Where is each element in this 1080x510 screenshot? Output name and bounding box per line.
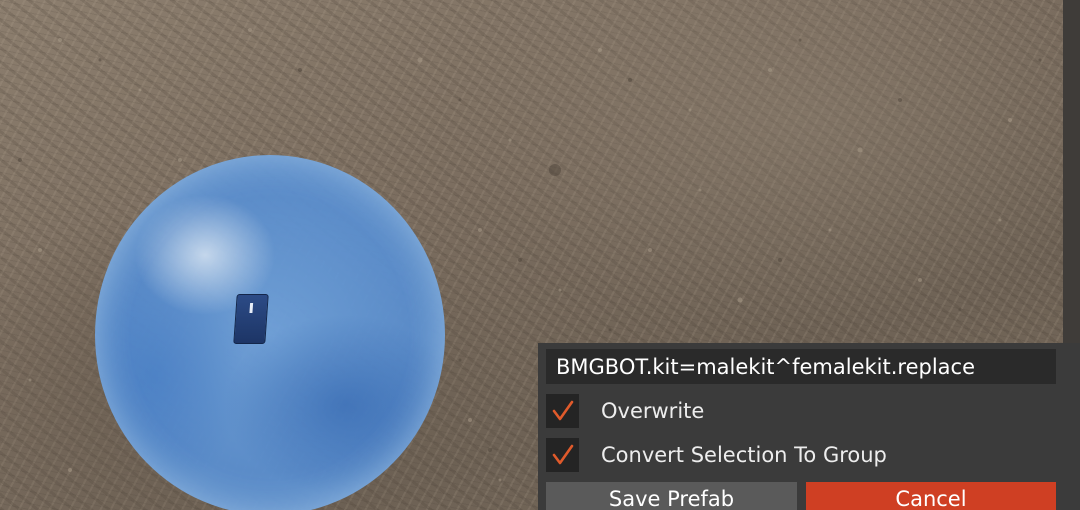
overwrite-checkbox[interactable]: [546, 394, 579, 428]
convert-to-group-checkbox[interactable]: [546, 438, 579, 472]
checkmark-icon: [552, 444, 573, 465]
checkmark-icon: [552, 400, 573, 421]
save-prefab-panel: Overwrite Convert Selection To Group Sav…: [538, 343, 1080, 510]
overwrite-option[interactable]: Overwrite: [546, 394, 704, 428]
selection-sphere: [95, 155, 445, 510]
marker-stripe: [249, 303, 254, 313]
viewport-right-edge: [1063, 0, 1080, 345]
scene-viewport[interactable]: Overwrite Convert Selection To Group Sav…: [0, 0, 1080, 510]
cancel-button[interactable]: Cancel: [806, 482, 1056, 510]
save-prefab-button[interactable]: Save Prefab: [546, 482, 797, 510]
object-marker[interactable]: [233, 294, 269, 344]
prefab-name-input[interactable]: [546, 349, 1056, 384]
overwrite-label: Overwrite: [601, 399, 705, 423]
convert-to-group-label: Convert Selection To Group: [601, 443, 887, 467]
convert-to-group-option[interactable]: Convert Selection To Group: [546, 438, 887, 472]
